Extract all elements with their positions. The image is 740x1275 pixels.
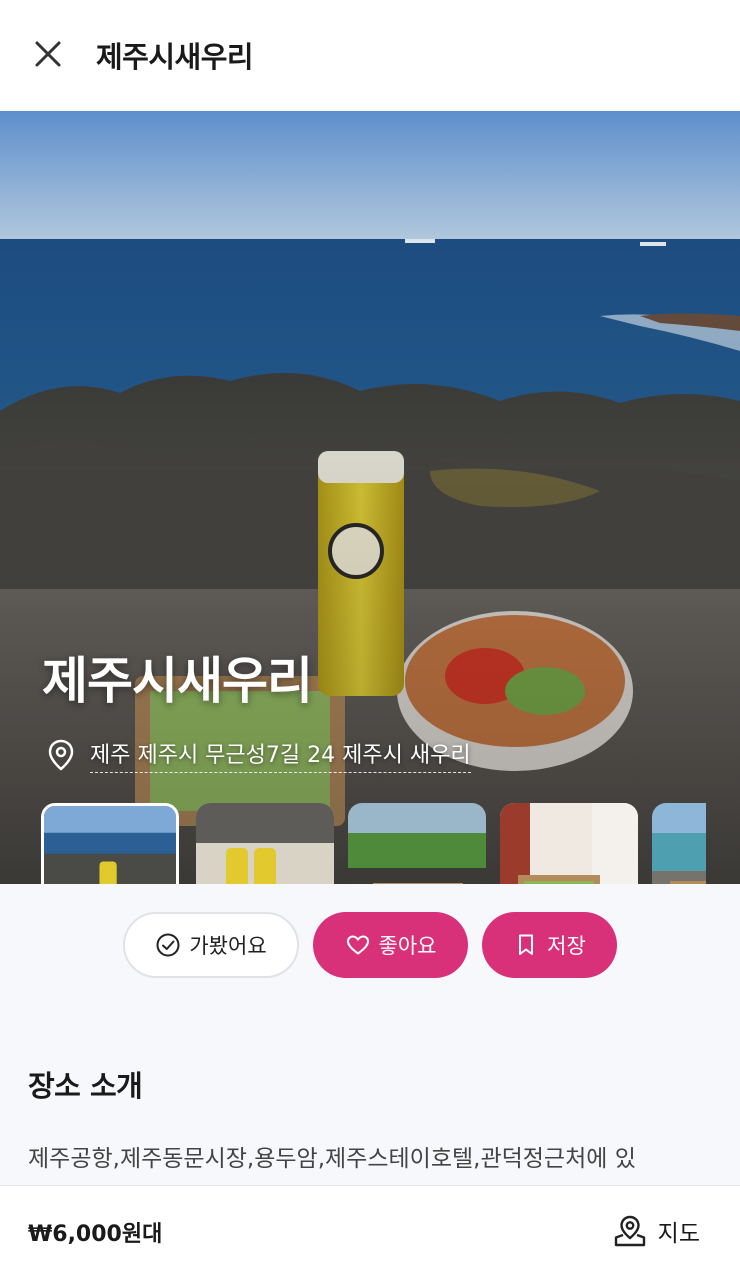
heart-icon	[346, 935, 369, 955]
check-circle-icon	[156, 933, 180, 957]
thumbnail-seaside-sandwich-box[interactable]	[652, 803, 706, 884]
save-button[interactable]: 저장	[482, 912, 617, 978]
close-icon	[35, 41, 61, 67]
thumbnail-beach-drinks-sandwiches[interactable]	[196, 803, 334, 884]
address-link[interactable]: 제주 제주시 무근성7길 24 제주시 새우리	[44, 737, 471, 773]
photo-thumbnail-strip[interactable]	[41, 803, 706, 884]
visited-button[interactable]: 가봤어요	[123, 912, 299, 978]
intro-text: 제주공항,제주동문시장,용두암,제주스테이호텔,관덕정근처에 있	[28, 1146, 636, 1172]
hero-title: 제주시새우리	[42, 652, 313, 710]
bookmark-icon	[519, 934, 534, 955]
hero-image: 제주시새우리 제주 제주시 무근성7길 24 제주시 새우리	[0, 111, 740, 884]
like-label: 좋아요	[378, 934, 437, 958]
section-title-intro: 장소 소개	[28, 1069, 143, 1103]
price-range: ₩6,000원대	[28, 1222, 163, 1247]
thumbnail-greenery-sandwich-box[interactable]	[348, 803, 486, 884]
top-bar: 제주시새우리	[0, 0, 740, 110]
page-title: 제주시새우리	[96, 40, 254, 74]
bottom-bar: ₩6,000원대 지도	[0, 1185, 740, 1275]
like-button[interactable]: 좋아요	[313, 912, 468, 978]
close-button[interactable]	[28, 34, 68, 74]
map-pin-icon	[48, 739, 74, 771]
action-buttons: 가봤어요 좋아요 저장	[0, 912, 740, 978]
map-label: 지도	[657, 1221, 700, 1247]
address-text: 제주 제주시 무근성7길 24 제주시 새우리	[90, 737, 471, 773]
thumbnail-shop-sandwich-box[interactable]	[500, 803, 638, 884]
save-label: 저장	[547, 934, 586, 958]
thumbnail-ocean-view-drinks[interactable]	[41, 803, 179, 884]
map-button[interactable]: 지도	[612, 1213, 700, 1249]
visited-label: 가봤어요	[189, 934, 267, 958]
map-icon	[614, 1215, 645, 1247]
